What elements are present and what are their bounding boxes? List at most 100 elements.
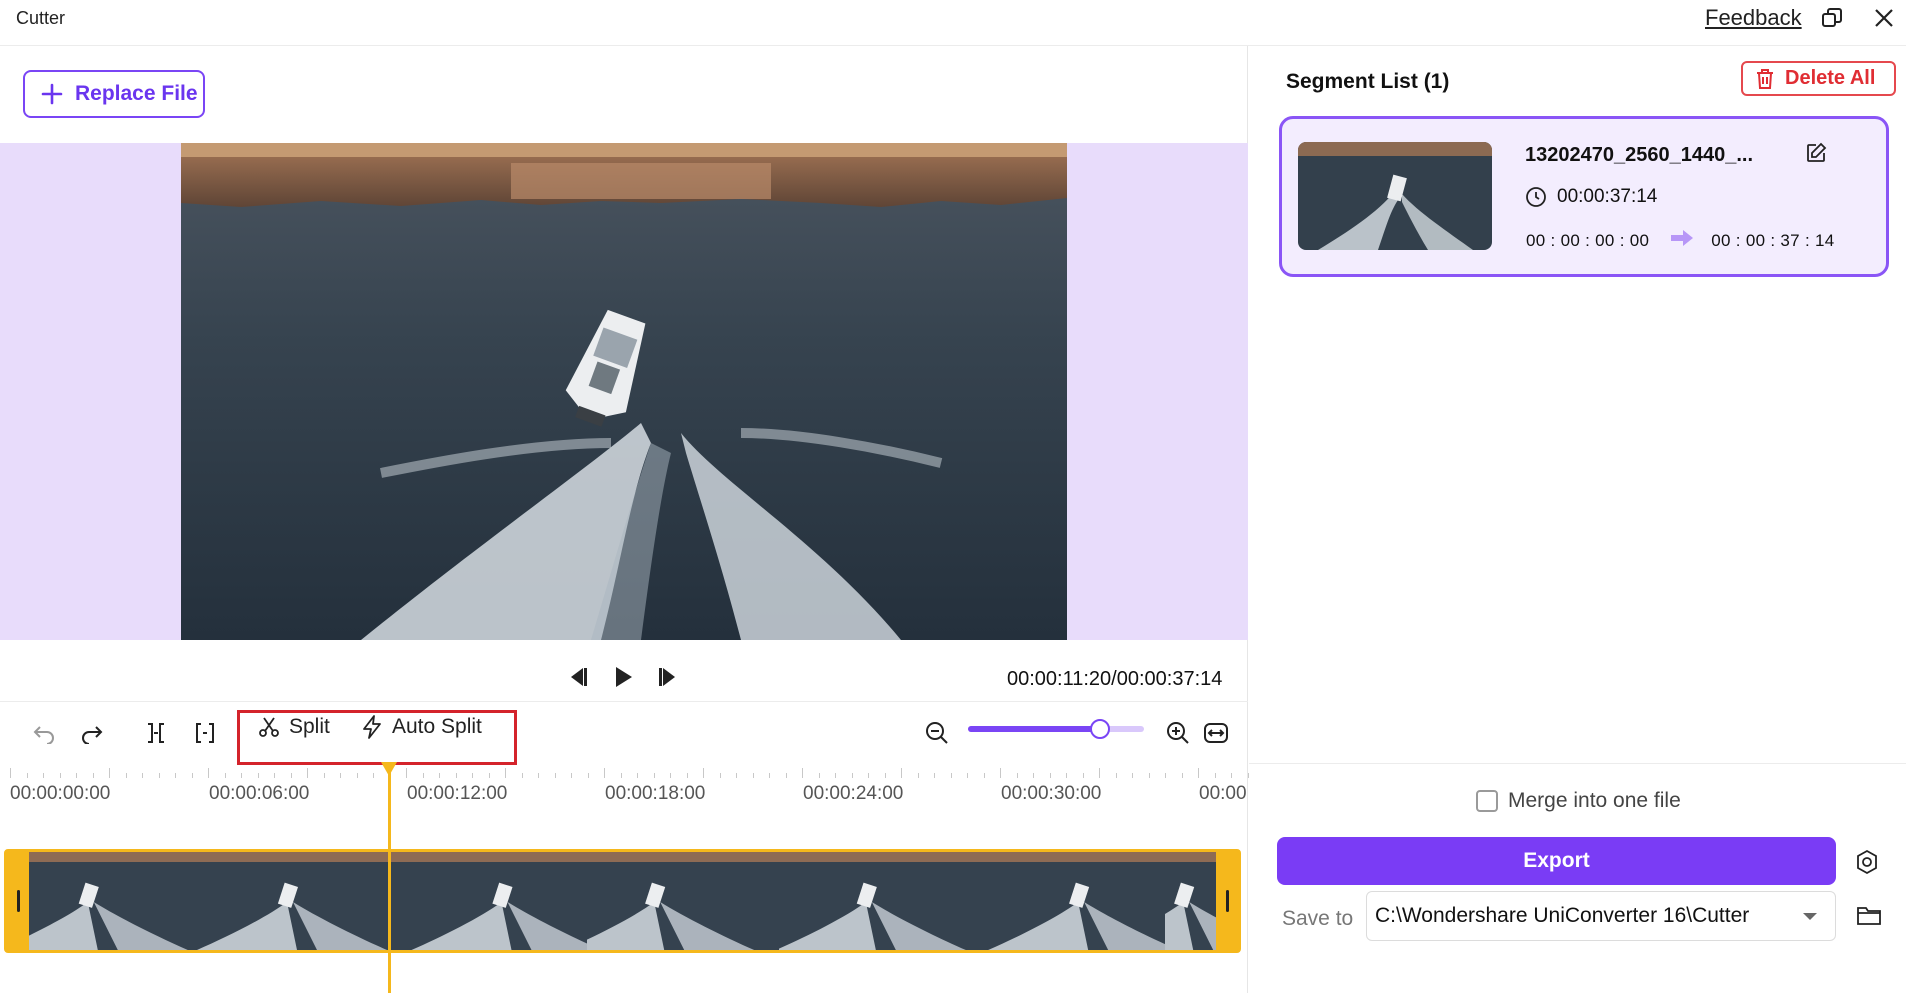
clock-icon	[1526, 187, 1546, 207]
save-path-value: C:\Wondershare UniConverter 16\Cutter	[1375, 904, 1750, 927]
feedback-link[interactable]: Feedback	[1705, 5, 1802, 31]
split-button[interactable]: Split	[257, 712, 330, 742]
video-frame	[181, 143, 1067, 640]
replace-file-button[interactable]: Replace File	[23, 70, 205, 118]
ruler-tick	[587, 773, 589, 778]
next-frame-icon[interactable]	[652, 660, 686, 694]
tick-label: 00:00:18:00	[605, 783, 706, 804]
edit-icon[interactable]	[1802, 139, 1830, 167]
segment-time-range: 00 : 00 : 00 : 00 00 : 00 : 37 : 14	[1526, 230, 1835, 251]
ruler-tick	[92, 773, 94, 778]
chevron-down-icon	[1803, 913, 1817, 920]
zoom-slider-handle[interactable]	[1090, 719, 1110, 739]
redo-icon[interactable]	[75, 716, 109, 750]
restore-window-icon[interactable]	[1817, 3, 1847, 33]
track-thumbnail	[29, 852, 197, 950]
ruler-tick	[967, 773, 968, 778]
merge-option[interactable]: Merge into one file	[1476, 789, 1681, 813]
video-track[interactable]	[4, 849, 1241, 953]
ruler-tick	[868, 773, 869, 778]
play-icon[interactable]	[606, 660, 640, 694]
ruler-tick	[604, 768, 605, 778]
ruler-tick	[76, 773, 77, 778]
ruler-tick	[439, 773, 440, 778]
delete-all-button[interactable]: Delete All	[1741, 61, 1896, 96]
ruler-tick	[1066, 773, 1067, 778]
app-title: Cutter	[16, 8, 66, 28]
track-thumbnail	[197, 852, 397, 950]
ruler-tick	[653, 773, 655, 778]
fit-timeline-icon[interactable]	[1199, 716, 1233, 750]
playhead-line[interactable]	[388, 770, 391, 993]
undo-icon[interactable]	[27, 716, 61, 750]
trim-end-handle[interactable]	[1216, 852, 1238, 950]
ruler-tick	[422, 773, 424, 778]
settings-icon[interactable]	[1852, 847, 1882, 877]
tick-label: 00:00	[1199, 783, 1247, 804]
ruler-tick	[241, 773, 242, 778]
ruler-tick	[686, 773, 688, 778]
ruler-tick	[373, 773, 374, 778]
previous-frame-icon[interactable]	[560, 660, 594, 694]
lightning-icon	[363, 715, 381, 739]
ruler-tick	[307, 768, 308, 778]
folder-icon[interactable]	[1854, 900, 1884, 930]
title-bar: Cutter Feedback	[0, 0, 1906, 46]
segment-item[interactable]: 13202470_2560_1440_... 00:00:37:14 00 : …	[1279, 116, 1889, 277]
ruler-tick	[109, 768, 110, 778]
ruler-tick	[208, 768, 209, 778]
zoom-in-icon[interactable]	[1161, 716, 1195, 750]
ruler-tick	[488, 773, 490, 778]
ruler-tick	[785, 773, 787, 778]
ruler-tick	[983, 773, 985, 778]
ruler-tick	[274, 773, 275, 778]
segment-start-time: 00 : 00 : 00 : 00	[1526, 230, 1650, 250]
merge-checkbox[interactable]	[1476, 790, 1498, 812]
segment-thumbnail	[1298, 142, 1492, 250]
ruler-tick	[752, 773, 754, 778]
playback-controls: 00:00:11:20/00:00:37:14	[0, 646, 1248, 706]
ruler-tick	[703, 768, 704, 778]
save-path-select[interactable]: C:\Wondershare UniConverter 16\Cutter	[1366, 891, 1836, 941]
auto-split-button[interactable]: Auto Split	[360, 712, 482, 742]
export-button[interactable]: Export	[1277, 837, 1836, 885]
ruler-tick	[917, 773, 919, 778]
mark-in-icon[interactable]	[139, 716, 173, 750]
ruler-tick	[637, 773, 638, 778]
trim-start-handle[interactable]	[7, 852, 29, 950]
auto-split-label: Auto Split	[392, 715, 482, 738]
ruler-tick	[1181, 773, 1183, 778]
segment-list-title: Segment List (1)	[1286, 70, 1450, 93]
ruler-tick	[323, 773, 325, 778]
ruler-tick	[1198, 768, 1199, 778]
mark-out-icon[interactable]	[188, 716, 222, 750]
editor-panel: Replace File 00:00:11:20/00:00:37:14 Spl…	[0, 46, 1249, 993]
ruler-tick	[1099, 768, 1100, 778]
ruler-tick	[175, 773, 176, 778]
ruler-tick	[1148, 773, 1150, 778]
track-thumbnail	[1165, 852, 1217, 950]
zoom-slider[interactable]	[968, 719, 1144, 739]
ruler-tick	[455, 773, 457, 778]
tick-label: 00:00:24:00	[803, 783, 904, 804]
ruler-tick	[1016, 773, 1018, 778]
close-icon[interactable]	[1869, 3, 1899, 33]
zoom-out-icon[interactable]	[920, 716, 954, 750]
segment-panel: Segment List (1) Delete All 13202470_256…	[1249, 46, 1906, 993]
ruler-tick	[818, 773, 820, 778]
tick-label: 00:00:06:00	[209, 783, 310, 804]
tick-label: 00:00:12:00	[407, 783, 508, 804]
save-to-label: Save to	[1282, 907, 1354, 930]
ruler-tick	[224, 773, 226, 778]
ruler-tick	[620, 773, 622, 778]
ruler-tick	[257, 773, 259, 778]
ruler-tick	[950, 773, 952, 778]
ruler-tick	[719, 773, 721, 778]
ruler-tick	[10, 768, 11, 778]
ruler-tick	[571, 773, 572, 778]
scissors-icon	[259, 717, 279, 737]
timeline-ruler[interactable]	[0, 762, 1249, 778]
ruler-tick	[125, 773, 127, 778]
timeline-toolbar: Split Auto Split	[0, 701, 1248, 765]
replace-file-label: Replace File	[75, 82, 198, 105]
